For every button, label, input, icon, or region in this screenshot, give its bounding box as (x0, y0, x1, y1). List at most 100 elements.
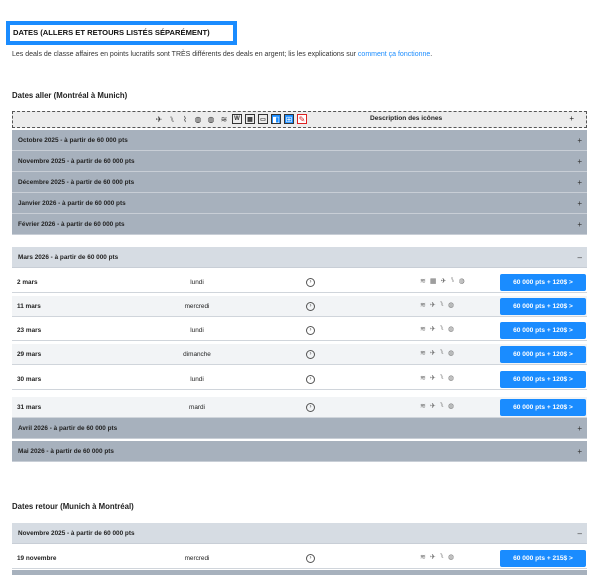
month-label: Février 2026 - à partir de 60 000 pts (18, 221, 125, 228)
lie-flat-icon: ⌇ (183, 114, 187, 124)
seat-icon: ⑊ (439, 325, 444, 332)
date-row: 19 novembre mercredi › ≋ ✈ ⑊ ◍ 60 000 pts +… (12, 548, 587, 569)
calendar-icon: ▦ (429, 278, 437, 285)
wifi-icon: ≋ (420, 302, 426, 309)
weekday-label: mercredi (184, 303, 210, 310)
legend-label: Description des icônes (370, 115, 443, 122)
legend-icons: ✈ ⑊ ⌇ ◍ ◍ ≋ W ▦ ▭ ◧ ⊞ ✎ (154, 114, 307, 124)
plane-icon: ✈ (429, 302, 436, 309)
plane-icon: ✈ (429, 403, 436, 410)
plane-icon: ✈ (429, 375, 436, 382)
book-price-button[interactable]: 60 000 pts + 120$ > (500, 371, 586, 388)
red-box-icon: ✎ (297, 114, 307, 124)
seat-icon: ⑊ (439, 402, 444, 409)
legend-toggle[interactable]: + (569, 114, 574, 123)
expand-icon: + (577, 447, 582, 456)
wifi-icon: ≋ (420, 403, 426, 410)
select-icon[interactable]: › (306, 554, 315, 563)
expand-icon: + (577, 199, 582, 208)
row-icons: ≋ ✈ ⑊ ◍ (420, 374, 454, 382)
month-row-feb-2026[interactable]: Février 2026 - à partir de 60 000 pts + (12, 214, 587, 235)
seat-icon: ⑊ (439, 374, 444, 381)
expand-icon: + (577, 424, 582, 433)
row-icons: ≋ ▦ ✈ ⑊ ◍ (420, 277, 465, 285)
select-icon[interactable]: › (306, 302, 315, 311)
month-row-dec-2025[interactable]: Décembre 2025 - à partir de 60 000 pts + (12, 172, 587, 193)
badge-icon: ◍ (447, 350, 455, 357)
weekday-label: mardi (189, 404, 205, 411)
plane-icon: ✈ (440, 278, 447, 285)
icon-legend-bar[interactable]: ✈ ⑊ ⌇ ◍ ◍ ≋ W ▦ ▭ ◧ ⊞ ✎ Description des … (12, 111, 587, 128)
expand-icon: + (577, 136, 582, 145)
seat-icon: ⑊ (439, 553, 444, 560)
expand-icon: + (577, 178, 582, 187)
return-section-title: Dates retour (Munich à Montréal) (12, 502, 134, 511)
month-row-mar-2026[interactable]: Mars 2026 - à partir de 60 000 pts – (12, 247, 587, 268)
next-month-row-partial (12, 570, 587, 575)
weekday-label: lundi (190, 376, 204, 383)
date-label: 23 mars (17, 327, 42, 334)
badge-icon: ◍ (447, 375, 455, 382)
wifi-icon: ≋ (420, 554, 426, 561)
weekday-label: dimanche (183, 351, 211, 358)
book-price-button[interactable]: 60 000 pts + 120$ > (500, 322, 586, 339)
date-row: 23 mars lundi › ≋ ✈ ⑊ ◍ 60 000 pts + 120$ > (12, 320, 587, 341)
blue-box-icon: ⊞ (284, 114, 294, 124)
book-price-button[interactable]: 60 000 pts + 120$ > (500, 399, 586, 416)
select-icon[interactable]: › (306, 403, 315, 412)
plane-icon: ✈ (429, 554, 436, 561)
date-row: 2 mars lundi › ≋ ▦ ✈ ⑊ ◍ 60 000 pts + 120$ > (12, 272, 587, 293)
month-label: Mai 2026 - à partir de 60 000 pts (18, 448, 114, 455)
blue-square-icon: ◧ (271, 114, 281, 124)
badge-icon: ◍ (447, 403, 455, 410)
badge-icon: ◍ (447, 326, 455, 333)
calendar-icon: ▦ (245, 114, 255, 124)
book-price-button[interactable]: 60 000 pts + 120$ > (500, 274, 586, 291)
date-label: 31 mars (17, 404, 42, 411)
intro-body: Les deals de classe affaires en points l… (12, 51, 358, 58)
month-row-may-2026[interactable]: Mai 2026 - à partir de 60 000 pts + (12, 441, 587, 462)
plane-icon: ✈ (429, 326, 436, 333)
date-row: 31 mars mardi › ≋ ✈ ⑊ ◍ 60 000 pts + 120$ > (12, 397, 587, 418)
expand-icon: + (577, 220, 582, 229)
row-icons: ≋ ✈ ⑊ ◍ (420, 553, 454, 561)
select-icon[interactable]: › (306, 278, 315, 287)
month-label: Décembre 2025 - à partir de 60 000 pts (18, 179, 135, 186)
badge-icon: ◍ (194, 114, 202, 124)
month-label: Novembre 2025 - à partir de 60 000 pts (18, 158, 135, 165)
collapse-icon: – (577, 529, 582, 538)
date-row: 11 mars mercredi › ≋ ✈ ⑊ ◍ 60 000 pts + 120… (12, 296, 587, 317)
badge-icon: ◍ (458, 278, 465, 285)
date-label: 30 mars (17, 376, 42, 383)
how-it-works-link[interactable]: comment ça fonctionne (358, 51, 430, 58)
month-row-nov-2025[interactable]: Novembre 2025 - à partir de 60 000 pts + (12, 151, 587, 172)
month-row-oct-2025[interactable]: Octobre 2025 - à partir de 60 000 pts + (12, 130, 587, 151)
select-icon[interactable]: › (306, 375, 315, 384)
badge-icon: ◍ (447, 554, 455, 561)
month-label: Avril 2026 - à partir de 60 000 pts (18, 425, 118, 432)
badge2-icon: ◍ (207, 114, 215, 124)
month-row-jan-2026[interactable]: Janvier 2026 - à partir de 60 000 pts + (12, 193, 587, 214)
month-label: Octobre 2025 - à partir de 60 000 pts (18, 137, 128, 144)
wifi-icon: ≋ (420, 375, 426, 382)
seat-icon: ⑊ (439, 301, 444, 308)
book-price-button[interactable]: 60 000 pts + 120$ > (500, 298, 586, 315)
row-icons: ≋ ✈ ⑊ ◍ (420, 349, 454, 357)
seat-icon: ⑊ (169, 114, 175, 124)
book-price-button[interactable]: 60 000 pts + 120$ > (500, 346, 586, 363)
month-label: Mars 2026 - à partir de 60 000 pts (18, 254, 119, 261)
book-price-button[interactable]: 60 000 pts + 215$ > (500, 550, 586, 567)
month-row-nov-2025-return[interactable]: Novembre 2025 - à partir de 60 000 pts – (12, 523, 587, 544)
month-row-apr-2026[interactable]: Avril 2026 - à partir de 60 000 pts + (12, 418, 587, 439)
date-label: 2 mars (17, 279, 38, 286)
select-icon[interactable]: › (306, 350, 315, 359)
select-icon[interactable]: › (306, 326, 315, 335)
intro-text: Les deals de classe affaires en points l… (12, 51, 432, 58)
row-icons: ≋ ✈ ⑊ ◍ (420, 301, 454, 309)
month-label: Novembre 2025 - à partir de 60 000 pts (18, 530, 135, 537)
outbound-section-title: Dates aller (Montréal à Munich) (12, 91, 128, 100)
intro-end: . (430, 51, 433, 58)
page-title: DATES (ALLERS ET RETOURS LISTÉS SÉPARÉME… (10, 25, 233, 41)
plane-icon: ✈ (155, 114, 163, 124)
badge-icon: ◍ (447, 302, 455, 309)
